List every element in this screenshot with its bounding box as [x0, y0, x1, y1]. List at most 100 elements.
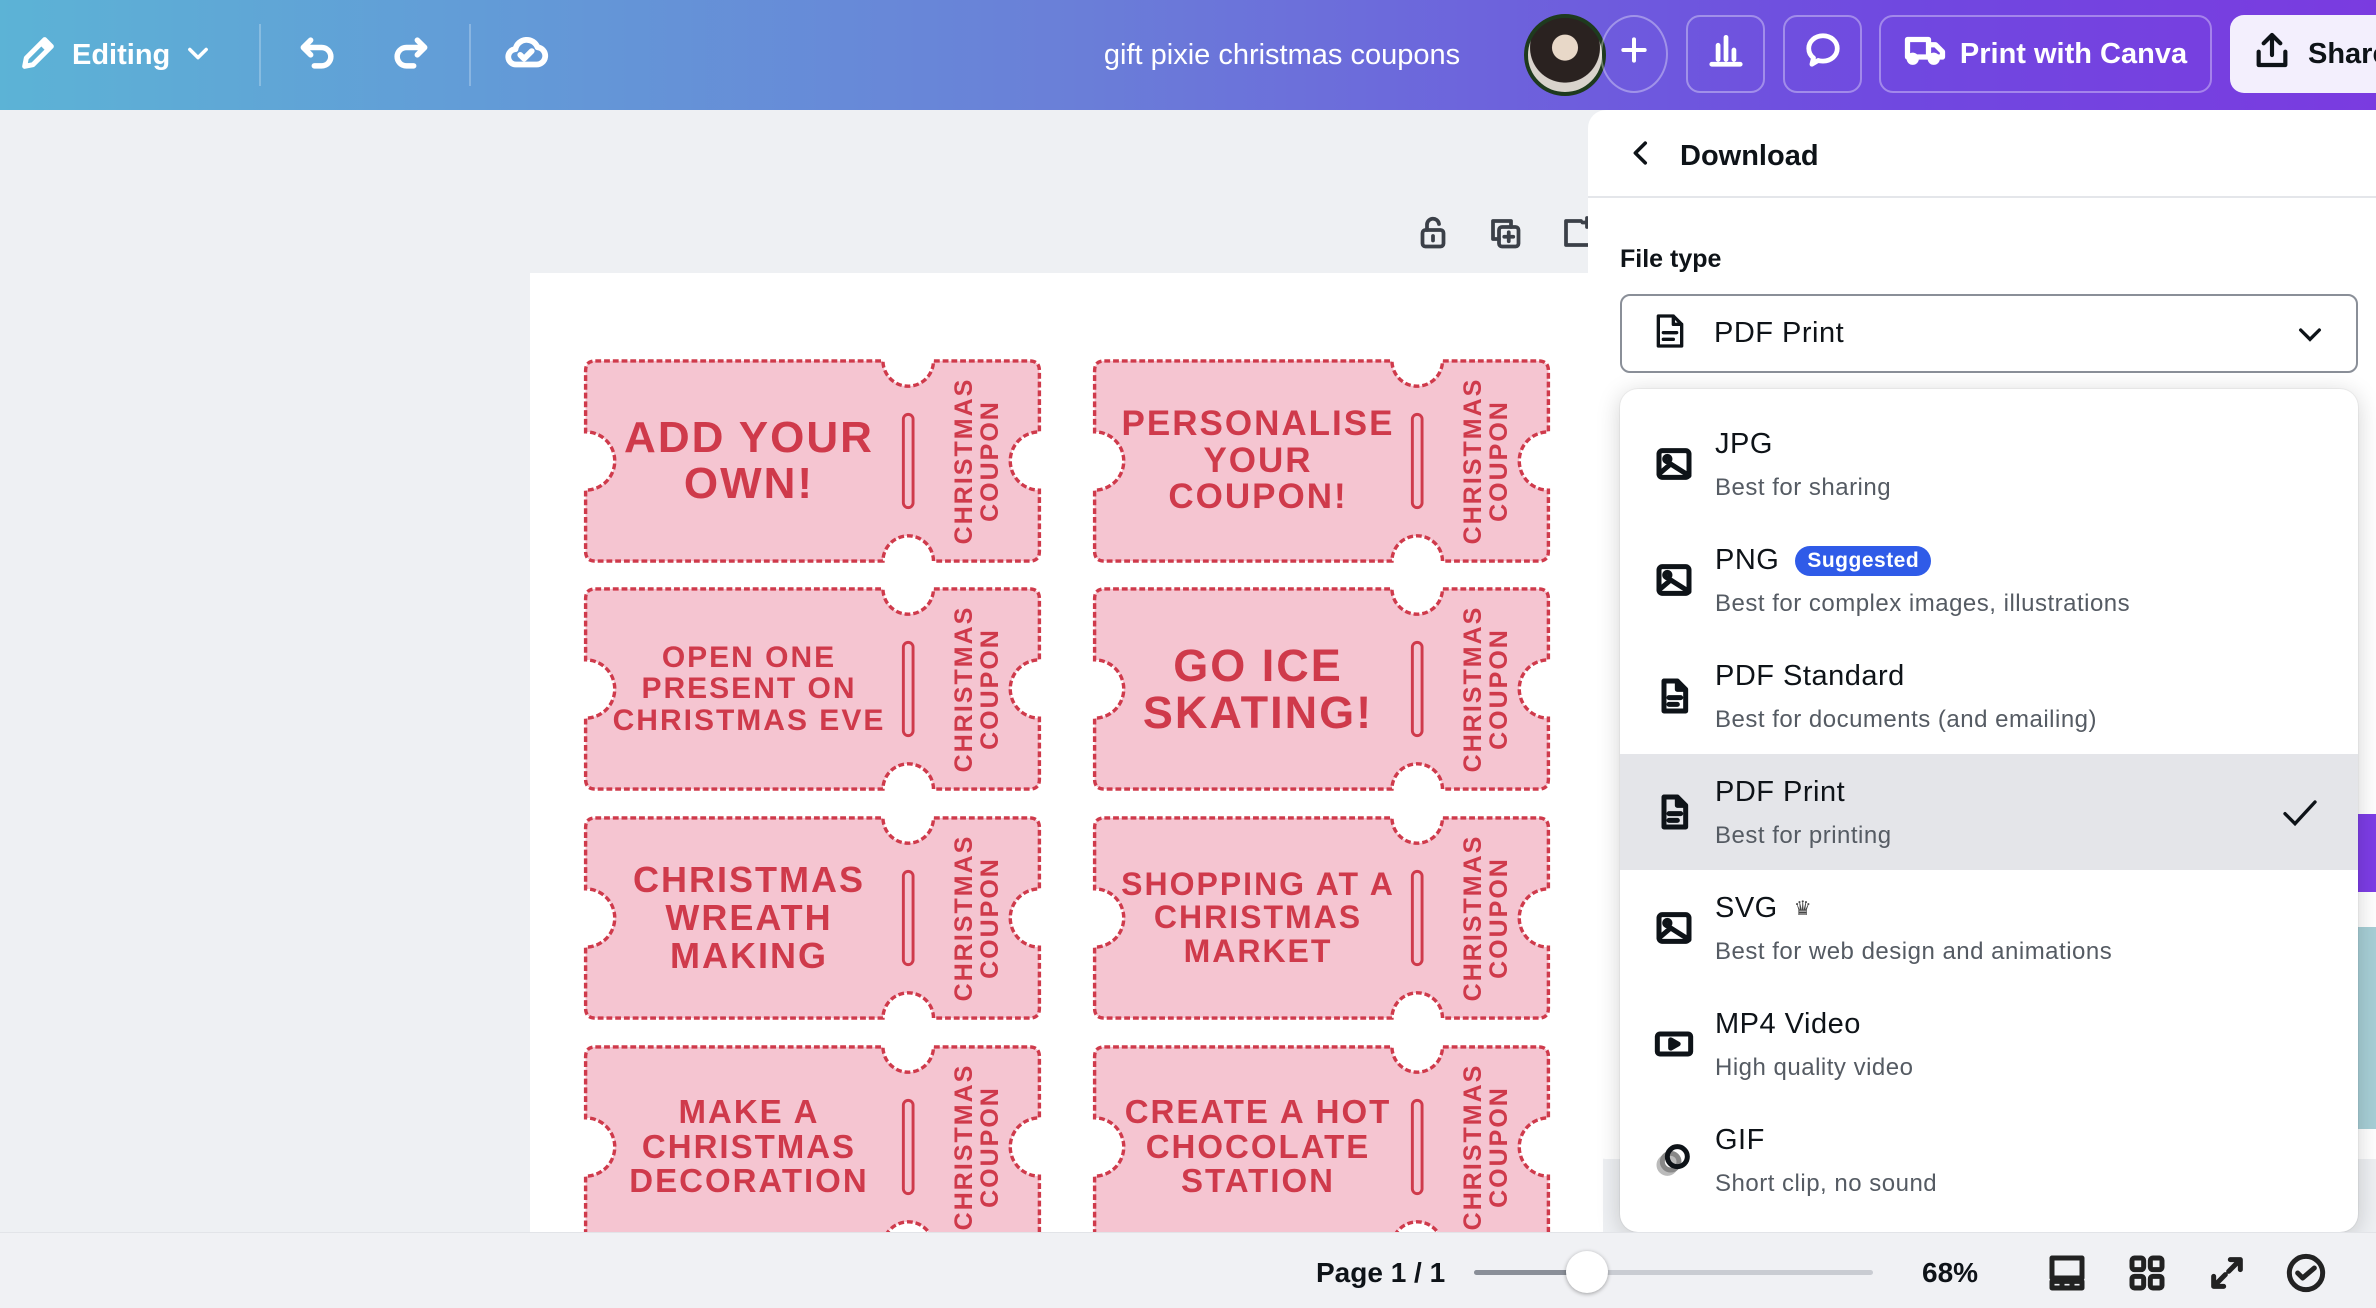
share-label: Share: [2308, 37, 2376, 70]
suggested-badge: Suggested: [1795, 545, 1932, 576]
coupon-text: CREATE A HOT CHOCOLATE STATION: [1124, 1093, 1392, 1200]
file-type-dropdown: JPG Best for sharing PNG Suggested Best for …: [1620, 389, 2358, 1232]
document-icon: [1654, 676, 1694, 716]
save-status-button[interactable]: [503, 0, 549, 110]
coupon[interactable]: SHOPPING AT A CHRISTMAS MARKET CHRISTMAS C…: [1088, 815, 1555, 1021]
back-arrow-icon[interactable]: [1624, 136, 1658, 175]
notes-view-button[interactable]: [2047, 1253, 2087, 1293]
gif-icon: [1654, 1140, 1694, 1180]
share-button[interactable]: Share: [2230, 15, 2376, 93]
preview-thumbnail-edge: [2358, 927, 2376, 1129]
coupon[interactable]: OPEN ONE PRESENT ON CHRISTMAS EVE CHRISTM…: [579, 586, 1046, 792]
side-label-line2: COUPON: [1485, 628, 1513, 750]
coupon-side-label: CHRISTMAS COUPON: [927, 1044, 1027, 1232]
image-icon: [1654, 560, 1694, 600]
option-subtitle: Best for printing: [1715, 822, 1892, 849]
side-label-line2: COUPON: [976, 628, 1004, 750]
duplicate-icon: [1487, 215, 1523, 256]
coupon[interactable]: GO ICE SKATING! CHRISTMAS COUPON: [1088, 586, 1555, 792]
side-label-line2: COUPON: [1485, 1086, 1513, 1208]
panel-title: Download: [1680, 140, 1819, 172]
coupon[interactable]: PERSONALISE YOUR COUPON! CHRISTMAS COUPON: [1088, 358, 1555, 564]
coupon-side-label: CHRISTMAS COUPON: [1436, 1044, 1536, 1232]
grid-icon: [2127, 1255, 2167, 1297]
print-with-canva-button[interactable]: Print with Canva: [1879, 15, 2212, 93]
insights-button[interactable]: [1686, 15, 1765, 93]
download-button-edge[interactable]: [2358, 814, 2376, 892]
option-subtitle: Best for documents (and emailing): [1715, 706, 2098, 733]
check-circle-icon: [2286, 1253, 2326, 1297]
comments-button[interactable]: [1783, 15, 1862, 93]
chevron-down-icon: [184, 39, 212, 72]
image-icon: [1654, 908, 1694, 948]
coupon-side-label: CHRISTMAS COUPON: [1436, 358, 1536, 564]
side-label-line1: CHRISTMAS: [949, 605, 978, 773]
grid-view-button[interactable]: [2127, 1253, 2167, 1293]
side-label-line1: CHRISTMAS: [1458, 1063, 1487, 1231]
cloud-check-icon: [503, 30, 549, 81]
coupon-text: GO ICE SKATING!: [1142, 639, 1374, 738]
file-type-option[interactable]: PDF Print Best for printing: [1620, 754, 2358, 870]
page-indicator[interactable]: Page 1 / 1: [1316, 1257, 1445, 1289]
file-type-value: PDF Print: [1714, 317, 1845, 349]
option-title: SVG: [1715, 892, 1778, 924]
redo-button[interactable]: [388, 0, 432, 110]
file-type-select[interactable]: PDF Print: [1620, 294, 2358, 373]
zoom-level[interactable]: 68%: [1922, 1257, 1978, 1289]
divider: [469, 24, 471, 86]
print-label: Print with Canva: [1959, 37, 2188, 70]
side-label-line2: COUPON: [1485, 400, 1513, 522]
coupon[interactable]: CHRISTMAS WREATH MAKING CHRISTMAS COUPON: [579, 815, 1046, 1021]
coupon-side-label: CHRISTMAS COUPON: [1436, 815, 1536, 1021]
coupon-side-label: CHRISTMAS COUPON: [1436, 586, 1536, 792]
file-type-option[interactable]: SVG ♛ Best for web design and animations: [1620, 870, 2358, 986]
document-icon: [1650, 311, 1690, 356]
layout-icon: [2047, 1255, 2087, 1297]
side-label-line1: CHRISTMAS: [949, 1063, 978, 1231]
pencil-icon: [18, 33, 58, 78]
side-label-line2: COUPON: [976, 1086, 1004, 1208]
editing-label: Editing: [72, 38, 171, 71]
design-page[interactable]: ADD YOUR OWN! CHRISTMAS COUPON PERSONALISE …: [530, 273, 1603, 1232]
side-label-line1: CHRISTMAS: [949, 377, 978, 545]
file-type-option[interactable]: GIF Short clip, no sound: [1620, 1102, 2358, 1218]
fullscreen-button[interactable]: [2207, 1253, 2247, 1293]
side-label-line1: CHRISTMAS: [1458, 377, 1487, 545]
coupon-side-label: CHRISTMAS COUPON: [927, 815, 1027, 1021]
option-subtitle: Short clip, no sound: [1715, 1170, 1938, 1197]
file-type-option[interactable]: JPG Best for sharing: [1620, 406, 2358, 522]
add-collaborator-button[interactable]: [1600, 15, 1668, 93]
option-title: JPG: [1715, 428, 1773, 460]
editing-mode-button[interactable]: Editing: [18, 0, 212, 110]
option-subtitle: Best for sharing: [1715, 474, 1892, 501]
file-type-option[interactable]: MP4 Video High quality video: [1620, 986, 2358, 1102]
video-icon: [1654, 1024, 1694, 1064]
side-label-line2: COUPON: [976, 857, 1004, 979]
coupon[interactable]: CREATE A HOT CHOCOLATE STATION CHRISTMAS C…: [1088, 1044, 1555, 1232]
chevron-down-icon: [2294, 318, 2326, 355]
file-type-option[interactable]: PNG Suggested Best for complex images, ill…: [1620, 522, 2358, 638]
file-type-option[interactable]: PDF Standard Best for documents (and emai…: [1620, 638, 2358, 754]
option-subtitle: Best for complex images, illustrations: [1715, 590, 2131, 617]
file-type-label: File type: [1620, 245, 1722, 273]
lock-page-button[interactable]: [1415, 215, 1451, 255]
expand-icon: [2207, 1257, 2247, 1297]
zoom-slider[interactable]: [1474, 1251, 1873, 1293]
avatar[interactable]: [1524, 14, 1606, 96]
redo-icon: [388, 31, 432, 80]
option-title: MP4 Video: [1715, 1008, 1861, 1040]
coupon-side-label: CHRISTMAS COUPON: [927, 586, 1027, 792]
check-button[interactable]: [2286, 1253, 2326, 1293]
zoom-slider-thumb[interactable]: [1566, 1251, 1609, 1293]
coupon[interactable]: MAKE A CHRISTMAS DECORATION CHRISTMAS COUP…: [579, 1044, 1046, 1232]
undo-button[interactable]: [296, 0, 340, 110]
side-label-line1: CHRISTMAS: [949, 834, 978, 1002]
design-title[interactable]: gift pixie christmas coupons: [1090, 0, 1474, 110]
coupon[interactable]: ADD YOUR OWN! CHRISTMAS COUPON: [579, 358, 1046, 564]
duplicate-page-button[interactable]: [1487, 215, 1523, 255]
image-icon: [1654, 444, 1694, 484]
side-label-line1: CHRISTMAS: [1458, 834, 1487, 1002]
top-toolbar: Editing gift pixie christmas coupons Pri…: [0, 0, 2376, 110]
undo-icon: [296, 31, 340, 80]
coupon-text: PERSONALISE YOUR COUPON!: [1121, 403, 1395, 517]
